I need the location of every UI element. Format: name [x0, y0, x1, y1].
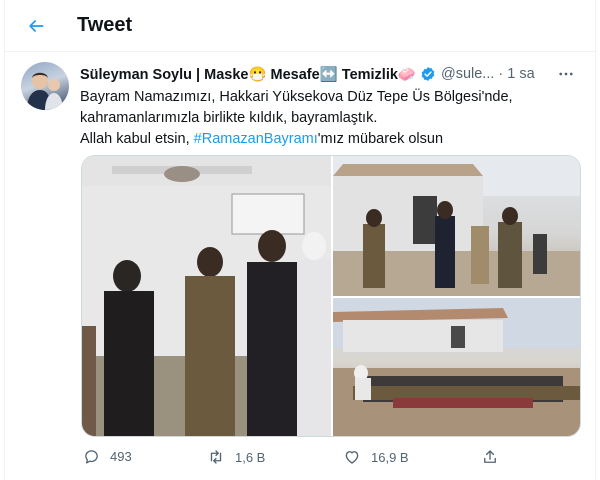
tweet-page: Tweet Süleyman Soylu | Maske😷 Mesafe↔️ T…	[4, 0, 597, 480]
reply-icon	[85, 450, 98, 464]
photo-3-scene	[333, 298, 580, 436]
photo-2-scene	[333, 156, 580, 296]
share-icon	[484, 450, 496, 463]
tweet-text-line-1: Bayram Namazımızı, Hakkari Yüksekova Düz…	[80, 89, 513, 105]
more-icon	[559, 72, 573, 76]
back-button[interactable]	[21, 11, 51, 41]
reply-button[interactable]: 493	[83, 448, 132, 465]
author-name-text: Süleyman Soylu | Maske😷 Mesafe↔️ Temizli…	[80, 66, 416, 83]
tweet-time[interactable]: 1 sa	[507, 66, 534, 82]
tweet-text-line-2: kahramanlarımızla birlikte kıldık, bayra…	[80, 110, 378, 126]
tweet-text: Bayram Namazımızı, Hakkari Yüksekova Düz…	[80, 87, 580, 150]
photo-2[interactable]	[333, 156, 580, 296]
author-handle[interactable]: @sule...	[441, 66, 494, 82]
page-title: Tweet	[77, 14, 133, 36]
tweet-meta: Süleyman Soylu | Maske😷 Mesafe↔️ Temizli…	[80, 64, 580, 84]
media-grid	[81, 155, 581, 437]
verified-badge-icon	[421, 67, 435, 81]
avatar[interactable]	[21, 62, 69, 110]
retweet-icon	[210, 450, 222, 464]
tweet-actions: 493 1,6 B 16,9 B	[81, 448, 581, 472]
like-icon	[345, 451, 359, 464]
author-name[interactable]: Süleyman Soylu | Maske😷 Mesafe↔️ Temizli…	[80, 66, 436, 83]
avatar-photo	[27, 72, 63, 110]
more-button[interactable]	[555, 63, 577, 85]
share-button[interactable]	[481, 448, 499, 466]
photo-1-scene	[82, 156, 331, 436]
retweet-count: 1,6 B	[235, 449, 266, 465]
header: Tweet	[5, 0, 597, 52]
arrow-left-icon	[29, 20, 44, 32]
tweet-text-prefix: Allah kabul etsin,	[80, 131, 194, 147]
like-count: 16,9 B	[371, 449, 409, 465]
hashtag-link[interactable]: #RamazanBayramı	[194, 131, 318, 147]
photo-3[interactable]	[333, 298, 580, 436]
like-button[interactable]: 16,9 B	[343, 448, 409, 466]
retweet-button[interactable]: 1,6 B	[207, 448, 265, 466]
tweet-text-line-3: Allah kabul etsin, #RamazanBayramı'mız m…	[80, 129, 580, 150]
photo-1[interactable]	[82, 156, 331, 436]
tweet-text-suffix: 'mız mübarek olsun	[317, 131, 444, 147]
reply-count: 493	[110, 449, 132, 464]
meta-separator: ·	[498, 66, 504, 82]
